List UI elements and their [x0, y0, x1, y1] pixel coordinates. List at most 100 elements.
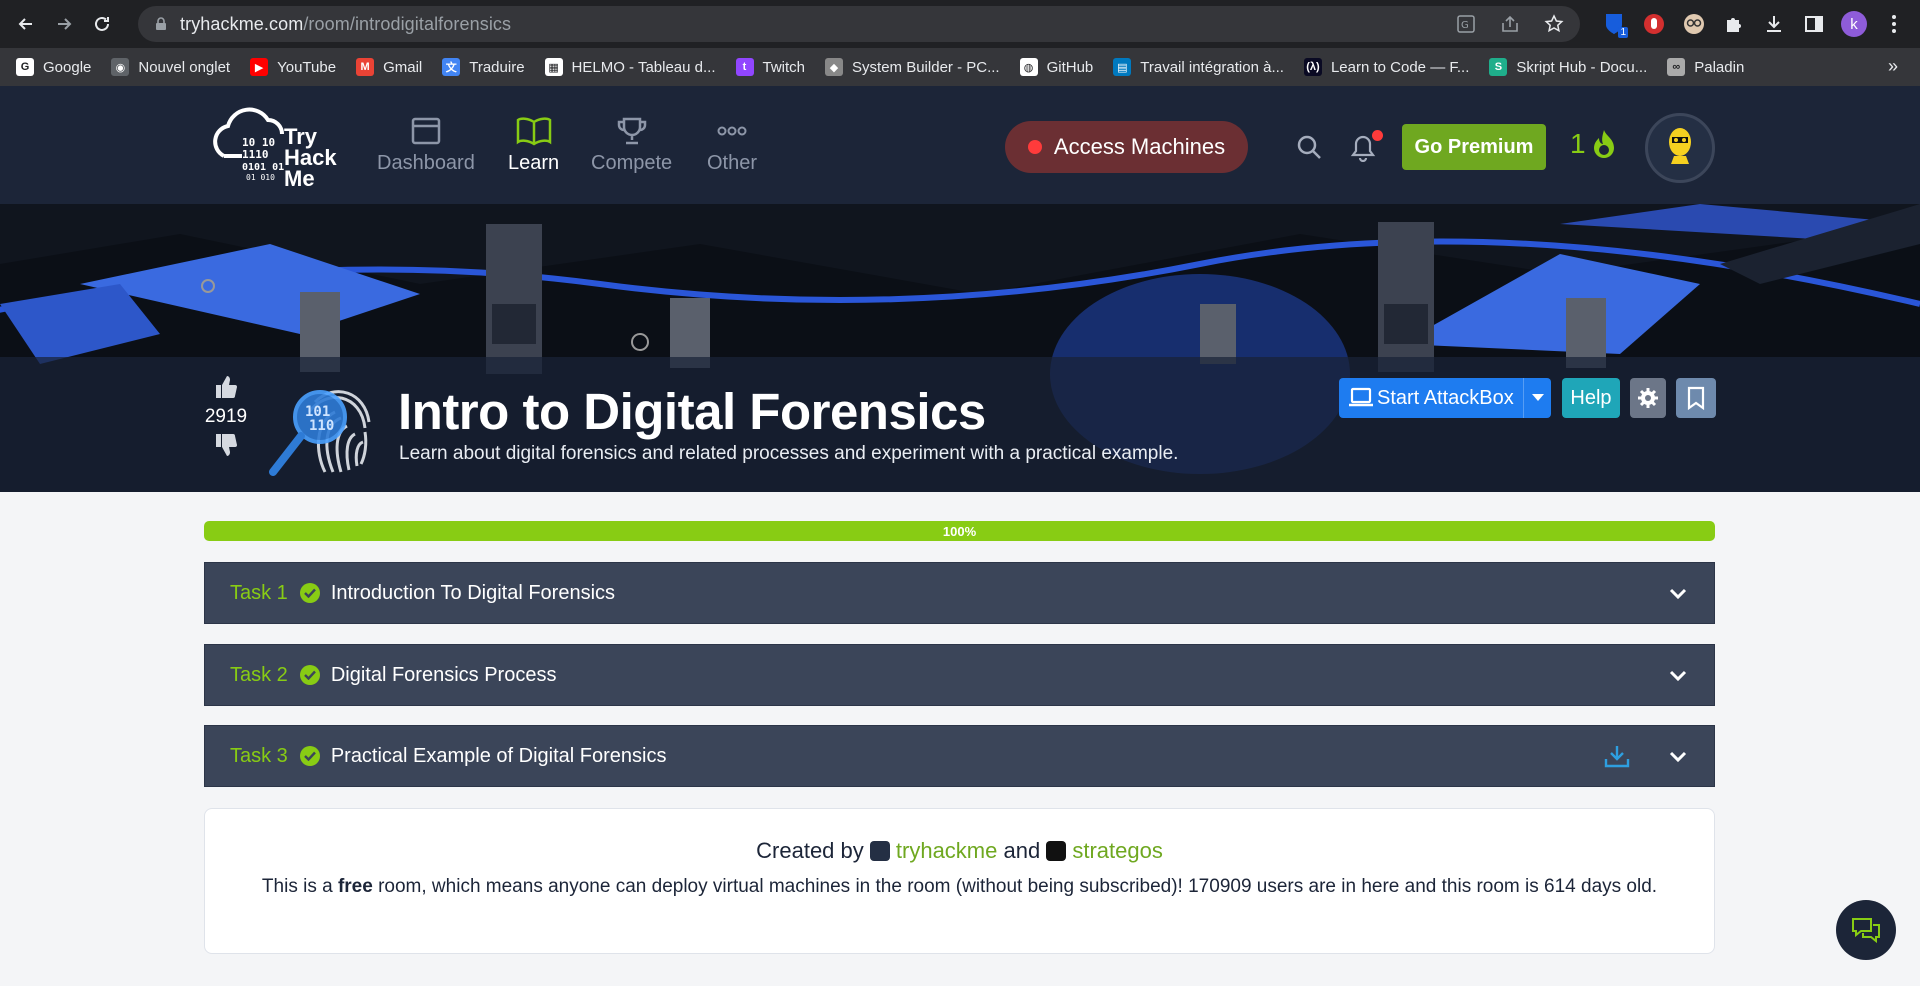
search-icon[interactable]	[1296, 134, 1322, 160]
nav-compete[interactable]: Compete	[591, 116, 672, 175]
bookmark-label: HELMO - Tableau d...	[571, 58, 716, 76]
bookmark-item[interactable]: ▦ HELMO - Tableau d...	[544, 58, 716, 76]
bookmark-item[interactable]: t Twitch	[735, 58, 806, 76]
bookmark-label: Twitch	[762, 58, 806, 76]
thumbs-down-icon[interactable]	[213, 432, 239, 458]
attackbox-dropdown-icon[interactable]	[1523, 378, 1551, 418]
go-premium-button[interactable]: Go Premium	[1402, 124, 1546, 170]
bookmark-item[interactable]: S Skript Hub - Docu...	[1489, 58, 1647, 76]
chevron-down-icon[interactable]	[1668, 583, 1688, 603]
author-avatar	[869, 841, 890, 861]
bookmark-label: Nouvel onglet	[138, 58, 231, 76]
streak-counter[interactable]: 1	[1570, 128, 1618, 160]
check-circle-icon	[299, 746, 320, 766]
bookmark-favicon-icon: ◆	[825, 58, 844, 76]
start-attackbox-button[interactable]: Start AttackBox	[1339, 378, 1551, 418]
vote-widget: 2919	[203, 374, 249, 458]
bookmark-favicon-icon: t	[735, 58, 754, 76]
bookmark-label: GitHub	[1046, 58, 1094, 76]
chevron-down-icon[interactable]	[1668, 746, 1688, 766]
bookmark-item[interactable]: ▶ YouTube	[250, 58, 336, 76]
trophy-icon	[617, 117, 646, 145]
bitwarden-extension-icon[interactable]: 1	[1600, 10, 1628, 38]
svg-text:0101 01: 0101 01	[242, 162, 284, 173]
check-circle-icon	[299, 665, 320, 685]
task-1-header[interactable]: Task 1 Introduction To Digital Forensics	[204, 562, 1715, 624]
task-title: Digital Forensics Process	[330, 663, 557, 686]
nav-other[interactable]: Other	[707, 116, 757, 175]
bookmark-item[interactable]: ∞ Paladin	[1667, 58, 1744, 76]
nav-learn[interactable]: Learn	[508, 116, 559, 175]
task-2-header[interactable]: Task 2 Digital Forensics Process	[204, 644, 1715, 706]
room-banner: 2919 101 110 Intro to Digital Forensics …	[0, 204, 1920, 492]
thumbs-up-icon[interactable]	[213, 374, 239, 400]
bookmark-favicon-icon: ▤	[1113, 58, 1132, 76]
bookmark-favicon-icon: ◍	[1019, 58, 1038, 76]
menu-kebab-icon[interactable]	[1880, 10, 1908, 38]
bookmark-item[interactable]: ◆ System Builder - PC...	[825, 58, 1000, 76]
bookmark-label: YouTube	[277, 58, 337, 76]
task-number: Task 2	[230, 663, 288, 686]
share-icon[interactable]	[1498, 12, 1522, 36]
bookmark-item[interactable]: ◉ Nouvel onglet	[111, 58, 230, 76]
task-3-header[interactable]: Task 3 Practical Example of Digital Fore…	[204, 725, 1715, 787]
bookmark-favicon-icon: 文	[442, 58, 461, 76]
access-machines-button[interactable]: Access Machines	[1005, 121, 1248, 173]
profile-avatar[interactable]: k	[1840, 10, 1868, 38]
bookmark-label: Learn to Code — F...	[1330, 58, 1470, 76]
reload-icon[interactable]	[88, 10, 116, 38]
svg-text:G: G	[1461, 20, 1469, 31]
bookmark-item[interactable]: ◍ GitHub	[1019, 58, 1094, 76]
vote-count: 2919	[204, 406, 248, 427]
bookmark-label: System Builder - PC...	[852, 58, 1000, 76]
bookmark-item[interactable]: G Google	[16, 58, 91, 76]
settings-gear-icon[interactable]	[1630, 378, 1666, 418]
chat-support-icon[interactable]	[1836, 900, 1896, 960]
author-link-strategos[interactable]: strategos	[1072, 838, 1163, 863]
download-icon[interactable]	[1760, 10, 1788, 38]
task-number: Task 3	[230, 744, 288, 767]
created-by-line: Created by tryhackme and strategos	[756, 838, 1163, 863]
bookmark-favicon-icon: ▶	[250, 58, 269, 76]
author-link-tryhackme[interactable]: tryhackme	[896, 838, 997, 863]
laptop-icon	[1349, 387, 1373, 407]
bookmark-item[interactable]: 文 Traduire	[442, 58, 525, 76]
forward-icon[interactable]	[50, 10, 78, 38]
chevron-down-icon[interactable]	[1668, 665, 1688, 685]
nav-dashboard[interactable]: Dashboard	[377, 116, 475, 175]
flame-icon	[1593, 130, 1614, 158]
room-progress-bar: 100%	[204, 521, 1715, 541]
bookmark-item[interactable]: ▤ Travail intégration à...	[1113, 58, 1284, 76]
user-avatar[interactable]	[1645, 113, 1715, 183]
help-button[interactable]: Help	[1562, 378, 1620, 418]
face-extension-icon[interactable]	[1680, 10, 1708, 38]
notification-badge	[1372, 130, 1383, 141]
back-icon[interactable]	[12, 10, 40, 38]
more-icon	[717, 126, 747, 136]
bookmark-item[interactable]: (λ) Learn to Code — F...	[1303, 58, 1470, 76]
author-avatar	[1046, 841, 1067, 861]
lock-icon	[156, 17, 166, 30]
thm-logo-text: Try Hack Me	[284, 124, 337, 191]
star-icon[interactable]	[1542, 12, 1566, 36]
bookmark-favicon-icon: ◉	[111, 58, 130, 76]
dashboard-icon	[411, 117, 441, 145]
extensions-puzzle-icon[interactable]	[1720, 10, 1748, 38]
address-bar[interactable]: tryhackme.com/room/introdigitalforensics…	[138, 6, 1580, 42]
bookmark-label: Skript Hub - Docu...	[1516, 58, 1648, 76]
task-title: Introduction To Digital Forensics	[330, 581, 616, 604]
bookmark-icon[interactable]	[1676, 378, 1716, 418]
bookmarks-overflow-icon[interactable]: »	[1888, 56, 1898, 77]
bookmark-favicon-icon: ∞	[1667, 58, 1686, 76]
hand-extension-icon[interactable]	[1640, 10, 1668, 38]
bookmark-item[interactable]: M Gmail	[356, 58, 422, 76]
bookmark-label: Paladin	[1694, 58, 1745, 76]
check-circle-icon	[299, 583, 320, 603]
side-panel-icon[interactable]	[1800, 10, 1828, 38]
bookmark-favicon-icon: G	[16, 58, 34, 76]
bookmark-label: Google	[43, 58, 92, 76]
download-task-files-icon[interactable]	[1604, 744, 1630, 768]
fingerprint-magnifier-icon: 101 110	[269, 390, 371, 476]
translate-icon[interactable]: G	[1454, 12, 1478, 36]
room-title: Intro to Digital Forensics	[398, 383, 986, 440]
